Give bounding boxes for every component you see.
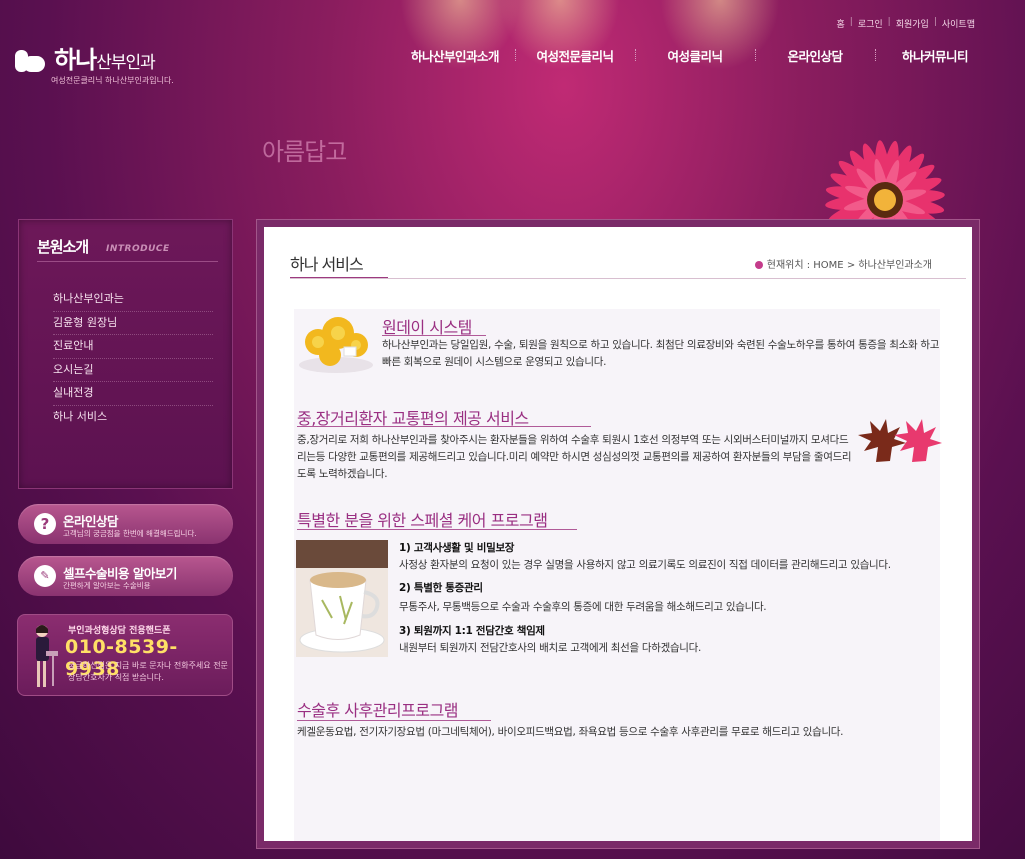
phone-consult-banner[interactable]: 부인과성형상담 전용핸드폰 010-8539-9938 궁금하신점은 지금 바로… — [17, 614, 233, 696]
page-title: 하나 서비스 — [290, 255, 364, 274]
care-item-text: 내원부터 퇴원까지 전담간호사의 배치로 고객에게 최선을 다하겠습니다. — [399, 642, 702, 654]
logo-name-main: 하나 — [54, 46, 97, 74]
breadcrumb-current[interactable]: 하나산부인과소개 — [858, 260, 932, 271]
sub-nav: 본원소개 INTRODUCE 하나산부인과는 김윤형 원장님 진료안내 오시는길… — [18, 219, 233, 489]
sub-nav-item-interior[interactable]: 실내전경 — [53, 382, 213, 406]
calculator-icon: ✎ — [34, 565, 56, 587]
section-underline — [382, 335, 486, 336]
section-text: 하나산부인과는 당일입원, 수술, 퇴원을 원칙으로 하고 있습니다. 최첨단 … — [382, 339, 940, 368]
util-separator: | — [887, 17, 891, 27]
logo-name-sub: 산부인과 — [96, 53, 156, 73]
util-separator: | — [849, 17, 853, 27]
tea-cup-image-icon — [296, 540, 388, 657]
util-join-link[interactable]: 회원가입 — [896, 17, 929, 30]
banner-subtitle: 고객님의 궁금점을 한번에 해결해드립니다. — [63, 529, 197, 538]
breadcrumb: 현재위치 : HOME > 하나산부인과소개 — [754, 256, 932, 271]
banner-subtitle: 간편하게 알아보는 수술비용 — [63, 581, 151, 590]
section-title: 수술후 사후관리프로그램 — [297, 701, 459, 720]
sub-nav-list: 하나산부인과는 김윤형 원장님 진료안내 오시는길 실내전경 하나 서비스 — [53, 288, 213, 429]
care-item-head: 2) 특별한 통증관리 — [399, 580, 949, 597]
sub-nav-item-hours[interactable]: 진료안내 — [53, 335, 213, 359]
hero-slogan: 아름답고 — [262, 138, 347, 166]
nurse-illustration-icon — [36, 625, 58, 687]
content-frame: 하나 서비스 현재위치 : HOME > 하나산부인과소개 원데이 시스템 하나… — [256, 219, 980, 849]
care-item-text: 무통주사, 무통백등으로 수술과 수술후의 통증에 대한 두려움을 해소해드리고… — [399, 601, 767, 613]
utility-nav: 홈 | 로그인 | 회원가입 | 사이트맵 — [836, 17, 975, 30]
util-separator: | — [933, 17, 937, 27]
sub-nav-item-service[interactable]: 하나 서비스 — [53, 406, 213, 430]
logo-mark-icon — [15, 44, 49, 72]
logo-tagline: 여성전문클리닉 하나산부인과입니다. — [51, 76, 174, 85]
divider — [290, 278, 966, 279]
section-text: 케겔운동요법, 전기자기장요법 (마그네틱체어), 바이오피드백요법, 좌욕요법… — [297, 726, 844, 738]
chrysanthemum-image-icon — [299, 317, 373, 373]
gnb-item-about[interactable]: 하나산부인과소개 — [395, 46, 515, 65]
sub-nav-title: 본원소개 — [37, 238, 89, 256]
sub-nav-item-director[interactable]: 김윤형 원장님 — [53, 312, 213, 335]
divider — [37, 261, 218, 262]
care-item-head-text: 3) 퇴원까지 1:1 전담간호 책임제 — [399, 625, 545, 637]
section-title: 특별한 분을 위한 스페셜 케어 프로그램 — [297, 511, 548, 530]
gnb-item-women-clinic[interactable]: 여성전문클리닉 — [515, 46, 635, 65]
care-item-head-text: 2) 특별한 통증관리 — [399, 582, 483, 594]
gerbera-flower-icon — [825, 140, 945, 222]
service-panel — [294, 309, 940, 841]
question-icon: ? — [34, 513, 56, 535]
breadcrumb-prefix[interactable]: 현재위치 : HOME — [767, 260, 844, 271]
logo-name: 하나산부인과 — [54, 40, 156, 75]
care-item-head-text: 1) 고객사생활 및 비밀보장 — [399, 542, 515, 554]
online-consult-banner[interactable]: ? 온라인상담 고객님의 궁금점을 한번에 해결해드립니다. — [18, 504, 233, 544]
main-nav: 하나산부인과소개 여성전문클리닉 여성클리닉 온라인상담 하나커뮤니티 — [395, 46, 995, 65]
sub-nav-item-directions[interactable]: 오시는길 — [53, 359, 213, 382]
section-text: 중,장거리로 저희 하나산부인과를 찾아주시는 환자분들을 위하여 수술후 퇴원… — [297, 434, 852, 480]
sub-nav-item-intro[interactable]: 하나산부인과는 — [53, 288, 213, 312]
util-login-link[interactable]: 로그인 — [858, 17, 883, 30]
phone-description: 궁금하신점은 지금 바로 문자나 전화주세요 전문상담간호사가 직접 받습니다. — [68, 661, 228, 682]
section-underline — [297, 720, 491, 721]
care-item-text: 사정상 환자분의 요청이 있는 경우 실명을 사용하지 않고 의료기록도 의료진… — [399, 559, 891, 571]
location-dot-icon — [754, 261, 763, 269]
care-item-head: 1) 고객사생활 및 비밀보장 — [399, 540, 949, 557]
site-logo[interactable]: 하나산부인과 여성전문클리닉 하나산부인과입니다. — [15, 40, 174, 86]
util-home-link[interactable]: 홈 — [836, 17, 844, 30]
section-underline — [297, 529, 577, 530]
cost-banner[interactable]: ✎ 셀프수술비용 알아보기 간편하게 알아보는 수술비용 — [18, 556, 233, 596]
care-item-head: 3) 퇴원까지 1:1 전담간호 책임제 — [399, 623, 949, 640]
gnb-item-clinic[interactable]: 여성클리닉 — [635, 46, 755, 65]
sub-nav-title-eng: INTRODUCE — [106, 244, 170, 254]
gnb-item-online-consult[interactable]: 온라인상담 — [755, 46, 875, 65]
maple-leaves-icon — [858, 419, 942, 462]
section-underline — [297, 426, 591, 427]
content-area: 하나 서비스 현재위치 : HOME > 하나산부인과소개 원데이 시스템 하나… — [264, 227, 972, 841]
phone-label: 부인과성형상담 전용핸드폰 — [68, 626, 171, 636]
gnb-item-community[interactable]: 하나커뮤니티 — [875, 46, 995, 65]
util-sitemap-link[interactable]: 사이트맵 — [942, 17, 975, 30]
